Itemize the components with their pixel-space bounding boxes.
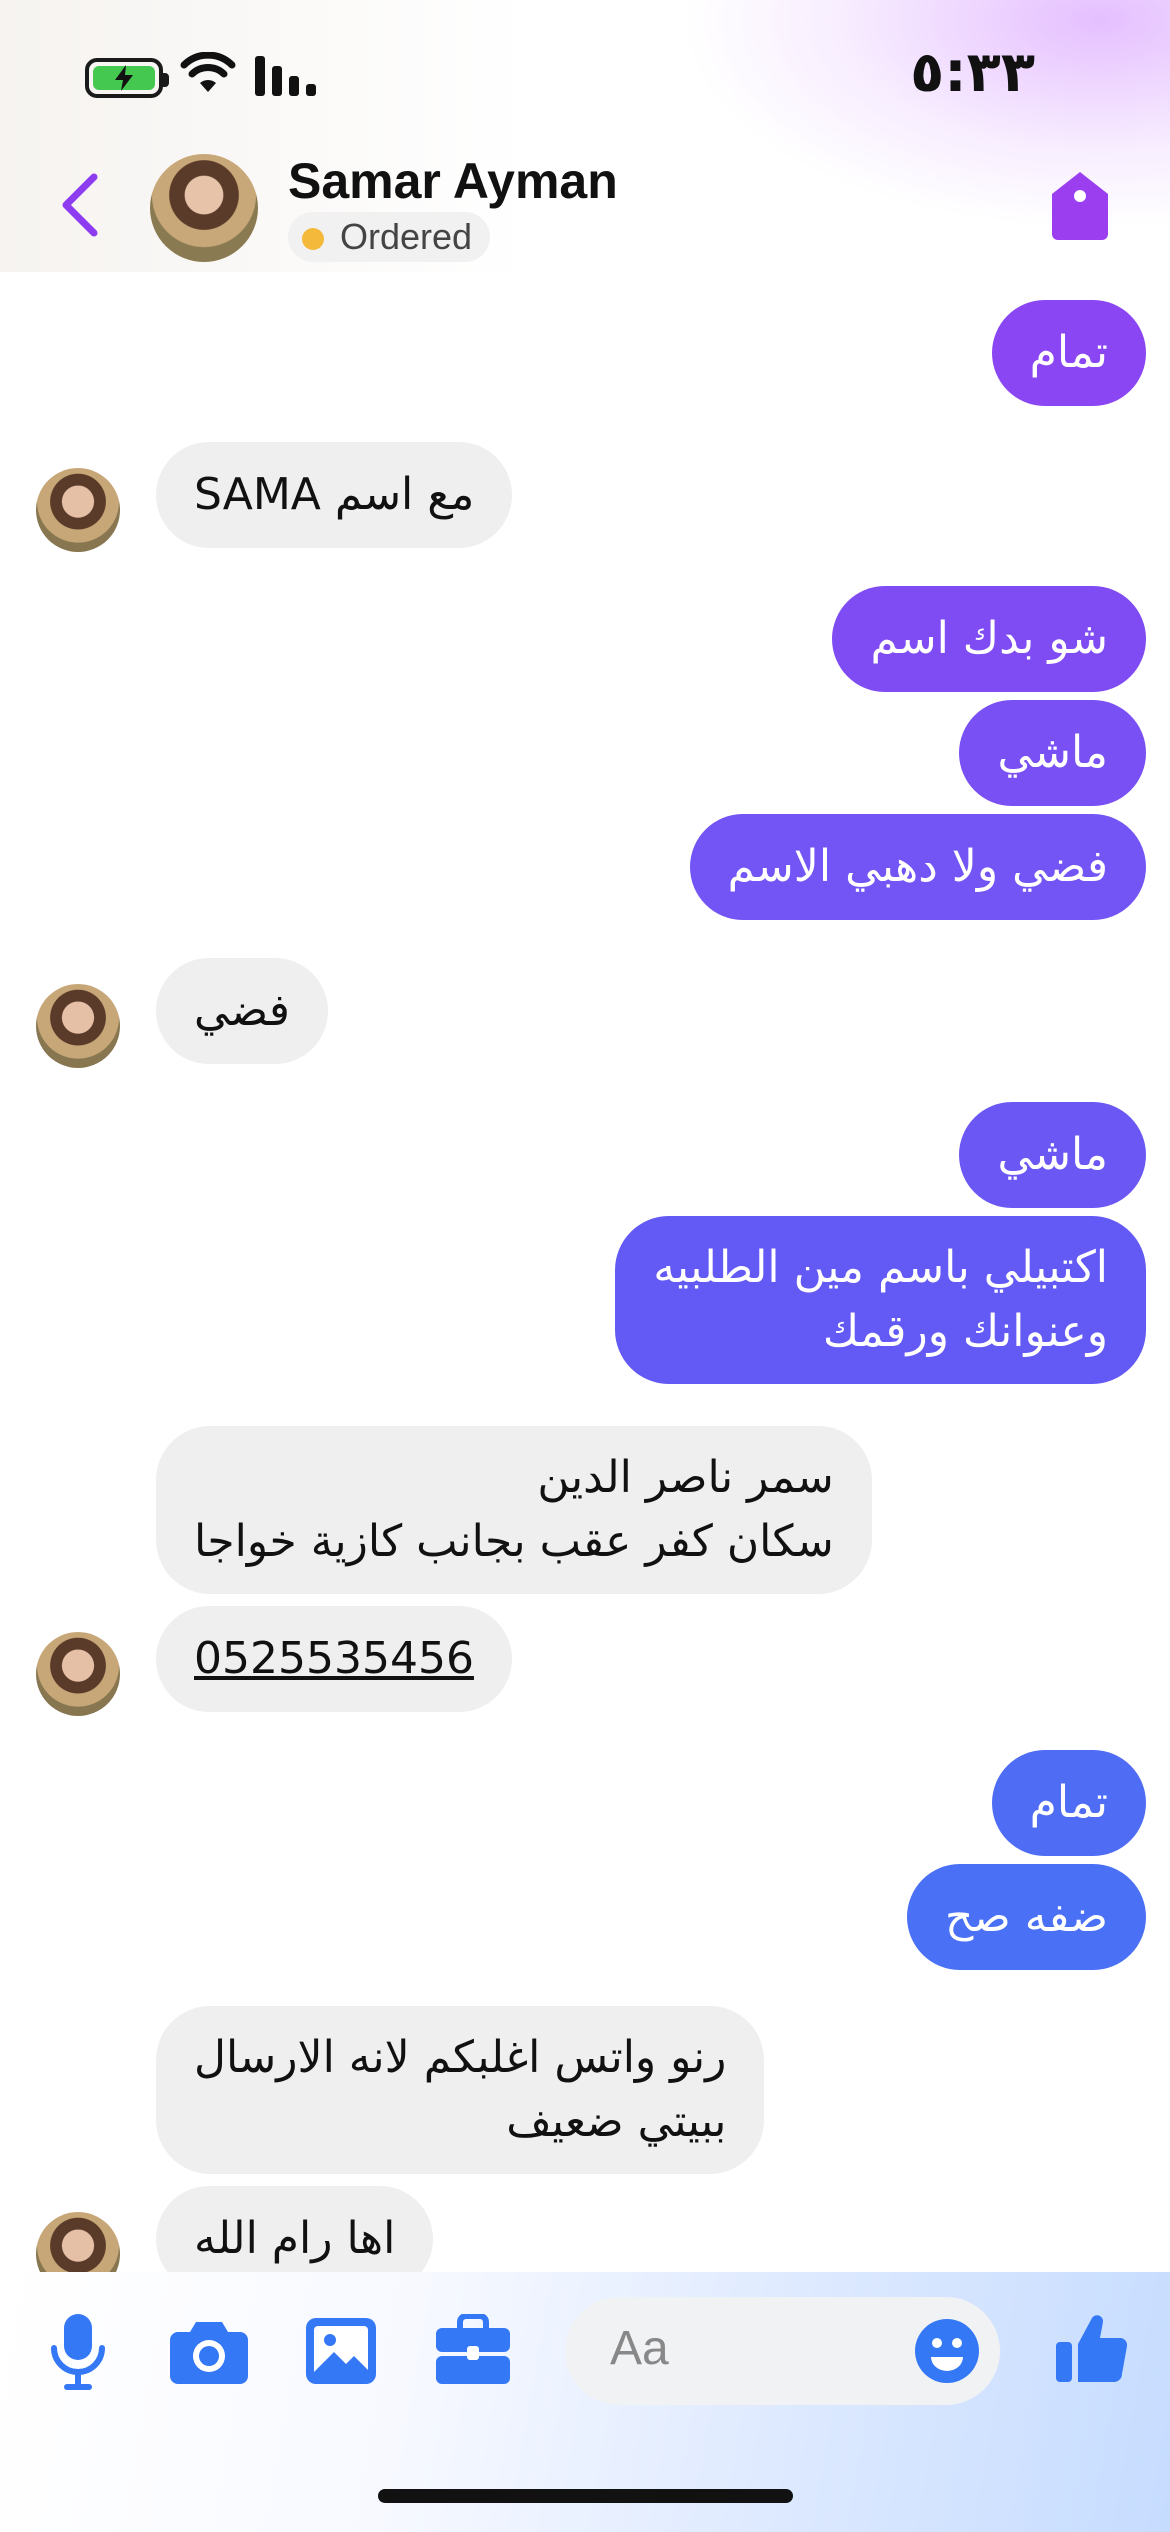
message-line: ببيتي ضعيف (506, 2096, 727, 2147)
message-list[interactable]: تمام مع اسم SAMA شو بدك اسم ماشي فضي ولا… (0, 272, 1170, 2272)
message-bubble-incoming[interactable]: سمر ناصر الدين سكان كفر عقب بجانب كازية … (156, 1426, 872, 1594)
message-bubble-outgoing[interactable]: تمام (991, 1750, 1146, 1856)
message-bubble-outgoing[interactable]: اكتبيلي باسم مين الطلبيه وعنوانك ورقمك (615, 1216, 1146, 1384)
phone-number-link[interactable]: 0525535456 (194, 1633, 474, 1684)
camera-icon[interactable] (170, 2318, 248, 2384)
message-bubble-outgoing[interactable]: تمام (991, 300, 1146, 406)
message-bubble-outgoing[interactable]: شو بدك اسم (832, 586, 1146, 692)
sender-avatar (36, 468, 120, 552)
emoji-icon[interactable] (915, 2319, 979, 2383)
wifi-icon (180, 52, 236, 92)
contact-name[interactable]: Samar Ayman (288, 152, 618, 210)
message-bubble-incoming[interactable]: اها رام الله (156, 2186, 434, 2272)
message-bubble-outgoing[interactable]: فضي ولا دهبي الاسم (689, 814, 1146, 920)
order-status-badge[interactable]: Ordered (288, 212, 491, 262)
contact-avatar[interactable] (150, 154, 258, 262)
message-bubble-outgoing[interactable]: ماشي (959, 700, 1146, 806)
sender-avatar (36, 2212, 120, 2272)
status-dot (302, 228, 324, 250)
sender-avatar (36, 1632, 120, 1716)
thumbs-up-icon[interactable] (1056, 2312, 1128, 2384)
sender-avatar (36, 984, 120, 1068)
message-bubble-outgoing[interactable]: ماشي (959, 1102, 1146, 1208)
order-status-label: Ordered (340, 216, 473, 257)
message-bubble-incoming[interactable]: مع اسم SAMA (156, 442, 513, 548)
message-bubble-outgoing[interactable]: ضفه صح (907, 1864, 1146, 1970)
message-line: سكان كفر عقب بجانب كازية خواجا (194, 1516, 834, 1567)
message-bubble-incoming[interactable]: 0525535456 (156, 1606, 512, 1712)
message-input[interactable]: Aa (565, 2297, 1000, 2405)
home-indicator (378, 2489, 793, 2503)
status-bar: ٥:٣٣ (0, 0, 1170, 150)
back-button[interactable] (50, 170, 110, 240)
chat-header: Samar Ayman Ordered (0, 140, 1170, 270)
message-bubble-incoming[interactable]: رنو واتس اغلبكم لانه الارسال ببيتي ضعيف (156, 2006, 765, 2174)
message-line: رنو واتس اغلبكم لانه الارسال (194, 2032, 727, 2083)
tag-icon (1052, 172, 1108, 240)
signal-icon (255, 56, 316, 96)
message-line: سمر ناصر الدين (537, 1452, 834, 1503)
microphone-icon[interactable] (50, 2314, 106, 2392)
message-bubble-incoming[interactable]: فضي (156, 958, 328, 1064)
message-input-placeholder: Aa (610, 2322, 669, 2375)
message-line: اكتبيلي باسم مين الطلبيه (653, 1242, 1108, 1293)
message-line: وعنوانك ورقمك (822, 1306, 1108, 1357)
image-icon[interactable] (306, 2318, 376, 2384)
chevron-left-icon (62, 173, 98, 237)
clock: ٥:٣٣ (910, 40, 1035, 105)
briefcase-icon[interactable] (436, 2314, 510, 2384)
battery-icon (85, 58, 169, 98)
label-tag-button[interactable] (1050, 170, 1110, 242)
